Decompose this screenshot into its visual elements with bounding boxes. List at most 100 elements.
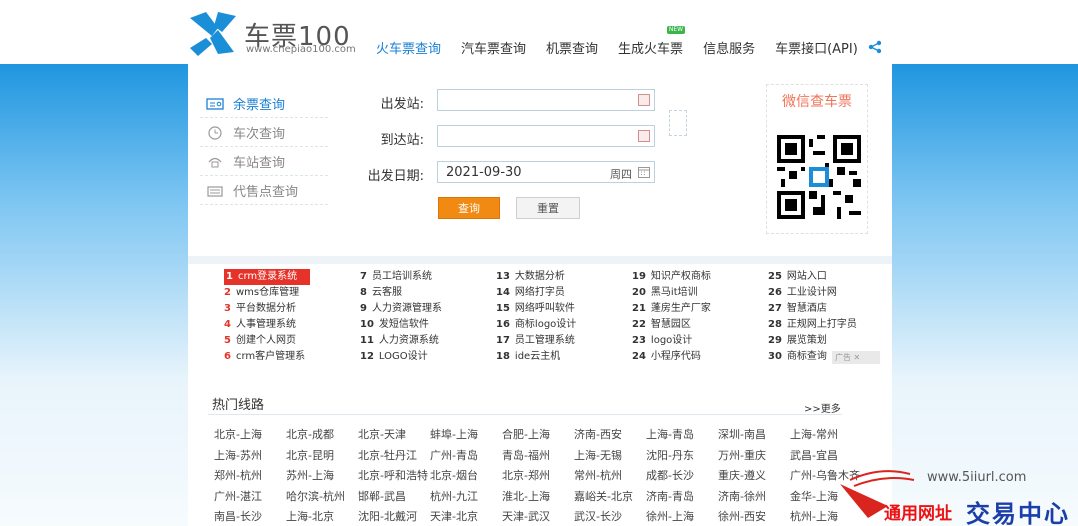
departure-date-input[interactable]: 2021-09-30 周四 xyxy=(437,161,655,183)
tab-label: 车次查询 xyxy=(233,127,286,142)
hot-route-link[interactable]: 徐州-上海 xyxy=(646,508,694,524)
nav-label: 机票查询 xyxy=(546,42,599,57)
ad-link[interactable]: 22 智慧园区 xyxy=(632,317,762,333)
ad-link[interactable]: 10 发短信软件 xyxy=(360,317,490,333)
ad-link[interactable]: 11 人力资源系统 xyxy=(360,333,490,349)
ad-link[interactable]: 1 crm登录系统 xyxy=(224,269,310,285)
tab-train-number[interactable]: 车次查询 xyxy=(200,119,328,147)
hot-route-link[interactable]: 武汉-长沙 xyxy=(574,508,622,524)
nav-flight-tickets[interactable]: 机票查询 xyxy=(546,38,598,57)
nav-bus-tickets[interactable]: 汽车票查询 xyxy=(461,38,526,57)
hot-route-link[interactable]: 北京-天津 xyxy=(358,426,406,442)
ad-badge[interactable]: 广告 ✕ xyxy=(832,351,880,364)
hot-route-link[interactable]: 哈尔滨-杭州 xyxy=(286,488,345,504)
hot-route-link[interactable]: 徐州-西安 xyxy=(718,508,766,524)
hot-route-link[interactable]: 上海-苏州 xyxy=(214,447,262,463)
ad-link[interactable]: 23 logo设计 xyxy=(632,333,762,349)
hot-route-link[interactable]: 济南-徐州 xyxy=(718,488,766,504)
hot-route-link[interactable]: 上海-无锡 xyxy=(574,447,622,463)
hot-route-link[interactable]: 北京-昆明 xyxy=(286,447,334,463)
to-station-input[interactable] xyxy=(437,125,655,147)
ad-link[interactable]: 17 员工管理系统 xyxy=(496,333,626,349)
ad-link[interactable]: 15 网络呼叫软件 xyxy=(496,301,626,317)
hot-route-link[interactable]: 蚌埠-上海 xyxy=(430,426,478,442)
ad-link[interactable]: 12 LOGO设计 xyxy=(360,349,490,365)
hot-route-link[interactable]: 上海-常州 xyxy=(790,426,838,442)
ad-link[interactable]: 24 小程序代码 xyxy=(632,349,762,365)
hot-route-link[interactable]: 沈阳-北戴河 xyxy=(358,508,417,524)
ad-link[interactable]: 29 展览策划 xyxy=(768,333,898,349)
hot-route-link[interactable]: 郑州-杭州 xyxy=(214,467,262,483)
hot-route-link[interactable]: 金华-上海 xyxy=(790,488,838,504)
ad-link[interactable]: 7 员工培训系统 xyxy=(360,269,490,285)
ad-link[interactable]: 26 工业设计网 xyxy=(768,285,898,301)
hot-routes-more-link[interactable]: >>更多 xyxy=(804,400,841,415)
tab-remaining-tickets[interactable]: 余票查询 xyxy=(200,90,328,118)
hot-route-link[interactable]: 重庆-遵义 xyxy=(718,467,766,483)
hot-route-link[interactable]: 淮北-上海 xyxy=(502,488,550,504)
from-station-input[interactable] xyxy=(437,89,655,111)
hot-route-link[interactable]: 武昌-宜昌 xyxy=(790,447,838,463)
site-logo[interactable]: 车票100 www.chepiao100.com xyxy=(188,8,368,58)
ad-link[interactable]: 4 人事管理系统 xyxy=(224,317,354,333)
nav-api[interactable]: 车票接口(API) xyxy=(775,38,858,57)
ad-link[interactable]: 21 蓬房生产厂家 xyxy=(632,301,762,317)
ad-column: 13 大数据分析 14 网络打字员 15 网络呼叫软件 16 商标logo设计 17 员工… xyxy=(496,269,626,365)
hot-route-link[interactable]: 北京-成都 xyxy=(286,426,334,442)
hot-route-link[interactable]: 常州-杭州 xyxy=(574,467,622,483)
ad-link[interactable]: 5 创建个人网页 xyxy=(224,333,354,349)
hot-route-link[interactable]: 北京-呼和浩特 xyxy=(358,467,428,483)
ad-link[interactable]: 13 大数据分析 xyxy=(496,269,626,285)
hot-route-link[interactable]: 上海-北京 xyxy=(286,508,334,524)
ad-link[interactable]: 14 网络打字员 xyxy=(496,285,626,301)
ad-link[interactable]: 18 ide云主机 xyxy=(496,349,626,365)
ad-link[interactable]: 19 知识产权商标 xyxy=(632,269,762,285)
hot-route-link[interactable]: 合肥-上海 xyxy=(502,426,550,442)
ad-link[interactable]: 20 黑马it培训 xyxy=(632,285,762,301)
hot-route-link[interactable]: 邯郸-武昌 xyxy=(358,488,406,504)
ad-link[interactable]: 25 网站入口 xyxy=(768,269,898,285)
hot-route-link[interactable]: 青岛-福州 xyxy=(502,447,550,463)
hot-route-link[interactable]: 杭州-九江 xyxy=(430,488,478,504)
hot-route-link[interactable]: 广州-青岛 xyxy=(430,447,478,463)
station-picker-icon[interactable] xyxy=(638,94,650,106)
hot-route-link[interactable]: 苏州-上海 xyxy=(286,467,334,483)
hot-route-link[interactable]: 南昌-长沙 xyxy=(214,508,262,524)
query-button[interactable]: 查询 xyxy=(438,197,500,219)
hot-route-link[interactable]: 万州-重庆 xyxy=(718,447,766,463)
hot-route-link[interactable]: 杭州-上海 xyxy=(790,508,838,524)
ad-link[interactable]: 9 人力资源管理系 xyxy=(360,301,490,317)
hot-route-link[interactable]: 沈阳-丹东 xyxy=(646,447,694,463)
tab-sales-outlet[interactable]: 代售点查询 xyxy=(200,177,328,205)
hot-route-link[interactable]: 北京-牡丹江 xyxy=(358,447,417,463)
tab-station[interactable]: 车站查询 xyxy=(200,148,328,176)
hot-route-link[interactable]: 北京-郑州 xyxy=(502,467,550,483)
ad-badge-label: 广告 xyxy=(835,353,851,362)
share-icon[interactable] xyxy=(868,40,882,54)
nav-info-service[interactable]: 信息服务 xyxy=(703,38,755,57)
hot-route-link[interactable]: 北京-烟台 xyxy=(430,467,478,483)
station-picker-icon[interactable] xyxy=(638,130,650,142)
ad-link[interactable]: 6 crm客户管理系 xyxy=(224,349,354,365)
hot-route-link[interactable]: 深圳-南昌 xyxy=(718,426,766,442)
hot-route-link[interactable]: 广州-湛江 xyxy=(214,488,262,504)
hot-route-link[interactable]: 上海-青岛 xyxy=(646,426,694,442)
hot-route-link[interactable]: 济南-西安 xyxy=(574,426,622,442)
ad-link[interactable]: 2 wms仓库管理 xyxy=(224,285,354,301)
hot-route-link[interactable]: 济南-青岛 xyxy=(646,488,694,504)
ad-link[interactable]: 3 平台数据分析 xyxy=(224,301,354,317)
hot-route-link[interactable]: 天津-北京 xyxy=(430,508,478,524)
ad-link[interactable]: 8 云客服 xyxy=(360,285,490,301)
calendar-icon[interactable] xyxy=(638,166,650,178)
ad-link[interactable]: 28 正规网上打字员 xyxy=(768,317,898,333)
hot-route-link[interactable]: 北京-上海 xyxy=(214,426,262,442)
ad-link[interactable]: 27 智慧酒店 xyxy=(768,301,898,317)
nav-generate-ticket[interactable]: 生成火车票 NEW xyxy=(618,26,686,57)
ad-link[interactable]: 16 商标logo设计 xyxy=(496,317,626,333)
hot-route-link[interactable]: 成都-长沙 xyxy=(646,467,694,483)
nav-train-tickets[interactable]: 火车票查询 xyxy=(376,38,442,67)
reset-button[interactable]: 重置 xyxy=(516,197,580,219)
hot-route-link[interactable]: 天津-武汉 xyxy=(502,508,550,524)
swap-stations-icon[interactable] xyxy=(669,110,687,136)
hot-route-link[interactable]: 嘉峪关-北京 xyxy=(574,488,633,504)
